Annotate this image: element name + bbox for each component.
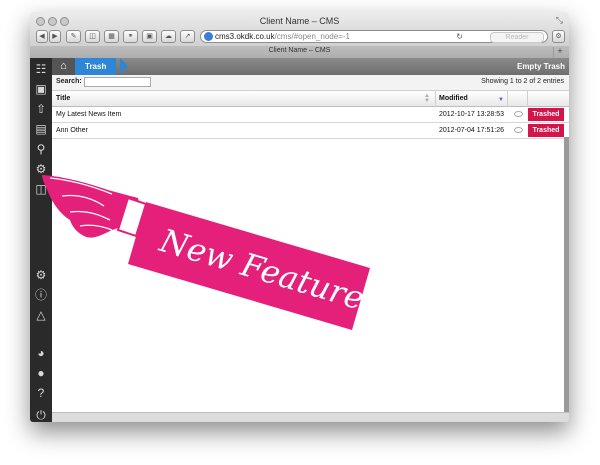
column-modified-header[interactable]: Modified <box>439 91 468 106</box>
window-title: Client Name – CMS <box>259 16 340 26</box>
trashed-badge[interactable]: Trashed <box>528 124 564 137</box>
reload-icon[interactable]: ↻ <box>456 31 463 42</box>
url-path: /cms/#open_node=-1 <box>274 32 350 41</box>
content-topbar: ⌂ Trash Empty Trash <box>52 58 569 75</box>
row-modified: 2012-07-04 17:51:26 <box>439 127 504 134</box>
entries-count: Showing 1 to 2 of 2 entries <box>481 78 564 85</box>
address-bar[interactable]: cms3.okdk.co.uk/cms/#open_node=-1 ↻ Read… <box>200 30 548 43</box>
title-bar: Client Name – CMS ⤡ ◀ ▶ ✎ ◫ ▦ ⚭ ▣ ☁ ↗ cm… <box>30 12 569 59</box>
home-icon[interactable]: ⌂ <box>52 58 75 75</box>
reader-button[interactable]: Reader <box>490 32 544 43</box>
cogs-icon[interactable]: ⚙ <box>34 268 48 282</box>
fullscreen-icon[interactable]: ⤡ <box>556 15 563 26</box>
status-bar <box>52 412 569 422</box>
scrollbar[interactable] <box>564 137 569 412</box>
cloud-icon[interactable]: ☁ <box>161 30 176 43</box>
sitemap-icon[interactable]: ☷ <box>34 62 48 76</box>
row-modified: 2012-10-17 13:28:53 <box>439 111 504 118</box>
share-icon[interactable]: ↗ <box>180 30 195 43</box>
row-title[interactable]: My Latest News Item <box>56 107 121 122</box>
breadcrumb-trash[interactable]: Trash <box>75 58 117 75</box>
sort-desc-icon[interactable]: ▼ <box>498 97 504 103</box>
help-icon[interactable]: ? <box>34 386 48 400</box>
cms-content: ⌂ Trash Empty Trash Search: Showing 1 to… <box>52 58 569 412</box>
flask-icon[interactable]: △ <box>34 308 48 322</box>
search-icon[interactable]: ⚲ <box>34 142 48 156</box>
column-title-header[interactable]: Title <box>56 91 70 106</box>
trash-icon[interactable]: ◫ <box>34 182 48 196</box>
back-button[interactable]: ◀ <box>36 30 48 43</box>
topsites-icon[interactable]: ▦ <box>104 30 119 43</box>
pencil-icon[interactable]: ✎ <box>66 30 81 43</box>
settings-icon[interactable]: ⚙ <box>34 162 48 176</box>
image-icon[interactable]: ▤ <box>34 122 48 136</box>
settings-gear-icon[interactable]: ⚙ <box>552 30 565 43</box>
forward-button[interactable]: ▶ <box>49 30 61 43</box>
rss-icon[interactable]: ▣ <box>142 30 157 43</box>
row-title[interactable]: Ann Other <box>56 123 88 138</box>
table-row[interactable]: Ann Other 2012-07-04 17:51:26 Trashed <box>52 123 569 139</box>
sort-icon[interactable]: ▲ ▼ <box>424 93 430 104</box>
search-label: Search: <box>56 78 82 85</box>
empty-trash-button[interactable]: Empty Trash <box>517 58 565 75</box>
tab-strip: Client Name – CMS + <box>30 46 569 58</box>
upload-icon[interactable]: ⇧ <box>34 102 48 116</box>
breadcrumb-arrow <box>120 58 128 74</box>
info-icon[interactable]: ⓘ <box>34 288 48 302</box>
browser-window: Client Name – CMS ⤡ ◀ ▶ ✎ ◫ ▦ ⚭ ▣ ☁ ↗ cm… <box>30 12 569 422</box>
globe-icon <box>204 32 213 41</box>
new-tab-button[interactable]: + <box>553 47 566 57</box>
hidden-eye-icon[interactable] <box>514 127 523 133</box>
sidebar-toggle-icon[interactable]: ◫ <box>85 30 100 43</box>
search-input[interactable] <box>84 77 151 87</box>
table-header: Title ▲ ▼ Modified ▼ <box>52 91 569 138</box>
dashboard-icon[interactable]: ◕ <box>34 346 48 360</box>
trashed-badge[interactable]: Trashed <box>528 108 564 121</box>
briefcase-icon[interactable]: ▣ <box>34 82 48 96</box>
power-icon[interactable]: ⏻ <box>34 408 48 422</box>
search-row: Search: Showing 1 to 2 of 2 entries <box>52 75 569 91</box>
user-icon[interactable]: ● <box>34 366 48 380</box>
tab-active[interactable]: Client Name – CMS <box>30 47 569 54</box>
link-icon[interactable]: ⚭ <box>123 30 138 43</box>
hidden-eye-icon[interactable] <box>514 111 523 117</box>
table-row[interactable]: My Latest News Item 2012-10-17 13:28:53 … <box>52 107 569 123</box>
cms-sidebar: ☷ ▣ ⇧ ▤ ⚲ ⚙ ◫ ⚙ ⓘ △ ◕ ● ? ⏻ <box>30 58 52 422</box>
url-host: cms3.okdk.co.uk <box>215 32 275 41</box>
